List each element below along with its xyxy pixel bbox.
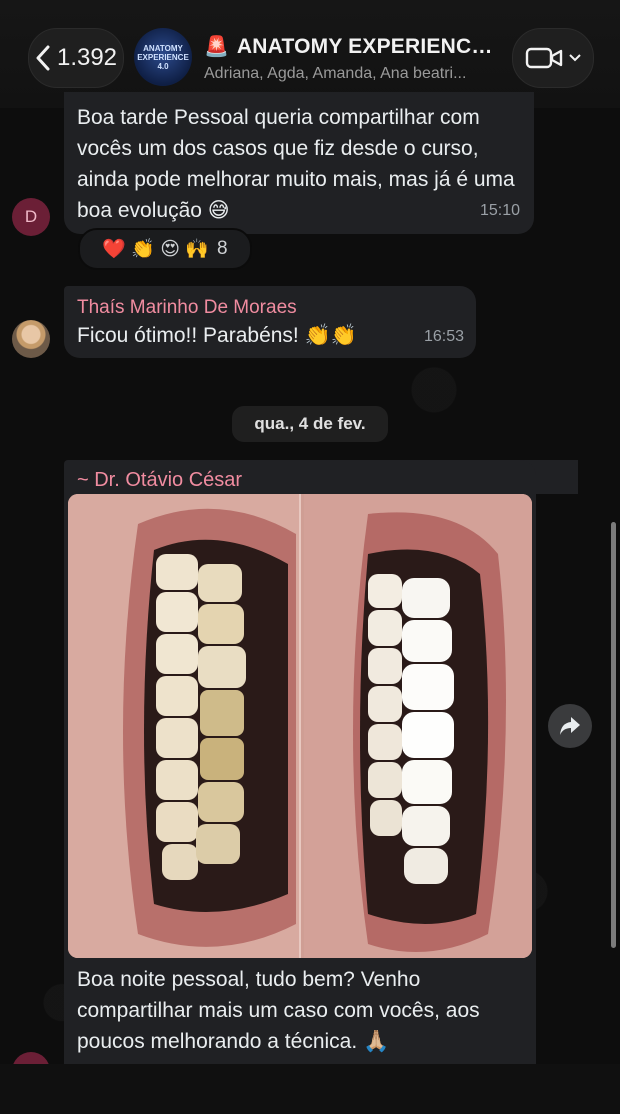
bottom-bar xyxy=(0,1064,620,1114)
sender-avatar-photo[interactable] xyxy=(12,320,50,358)
video-call-button[interactable] xyxy=(512,28,594,88)
group-avatar[interactable]: ANATOMY EXPERIENCE 4.0 xyxy=(134,28,192,86)
message-bubble[interactable]: Thaís Marinho De Moraes Ficou ótimo!! Pa… xyxy=(64,286,476,358)
message-time: 16:53 xyxy=(423,328,464,345)
unread-count: 1.392 xyxy=(56,44,118,71)
sender-avatar[interactable]: D xyxy=(12,198,50,236)
chevron-left-icon xyxy=(36,45,50,71)
video-camera-icon xyxy=(525,47,563,69)
date-separator: qua., 4 de fev. xyxy=(232,406,388,442)
reactions-bar[interactable]: ❤️ 👏 😍 🙌 8 xyxy=(78,228,252,270)
sender-name[interactable]: Thaís Marinho De Moraes xyxy=(77,292,297,323)
message-caption: Boa noite pessoal, tudo bem? Venho compa… xyxy=(77,968,480,1053)
message-text: Ficou ótimo!! Parabéns! 👏👏 xyxy=(77,324,357,347)
forward-button[interactable] xyxy=(548,704,592,748)
group-avatar-text: ANATOMY EXPERIENCE 4.0 xyxy=(137,43,189,71)
chat-participants: Adriana, Agda, Amanda, Ana beatri... xyxy=(204,65,467,82)
message-photo[interactable] xyxy=(68,494,532,958)
reaction-count: 8 xyxy=(217,238,228,259)
chat-title-block[interactable]: 🚨 ANATOMY EXPERIENCE... Adriana, Agda, A… xyxy=(204,34,494,83)
message-text: Boa tarde Pessoal queria compartilhar co… xyxy=(77,106,515,222)
image-message-bubble[interactable]: ~ Dr. Otávio César Boa noite pessoal, tu… xyxy=(64,460,536,1080)
dental-before-after-photo xyxy=(68,494,532,958)
avatar-letter: D xyxy=(24,207,38,226)
back-button[interactable]: 1.392 xyxy=(28,28,124,88)
forward-icon xyxy=(560,717,580,735)
sender-name[interactable]: ~ Dr. Otávio César xyxy=(77,465,242,496)
message-time: 15:10 xyxy=(479,202,520,219)
reaction-emojis: ❤️ 👏 😍 🙌 xyxy=(102,239,210,260)
chevron-down-icon xyxy=(569,54,581,62)
scrollbar[interactable] xyxy=(611,522,616,948)
chat-title: ANATOMY EXPERIENCE... xyxy=(236,34,494,58)
siren-emoji: 🚨 xyxy=(204,36,229,58)
message-bubble[interactable]: Boa tarde Pessoal queria compartilhar co… xyxy=(64,92,534,234)
